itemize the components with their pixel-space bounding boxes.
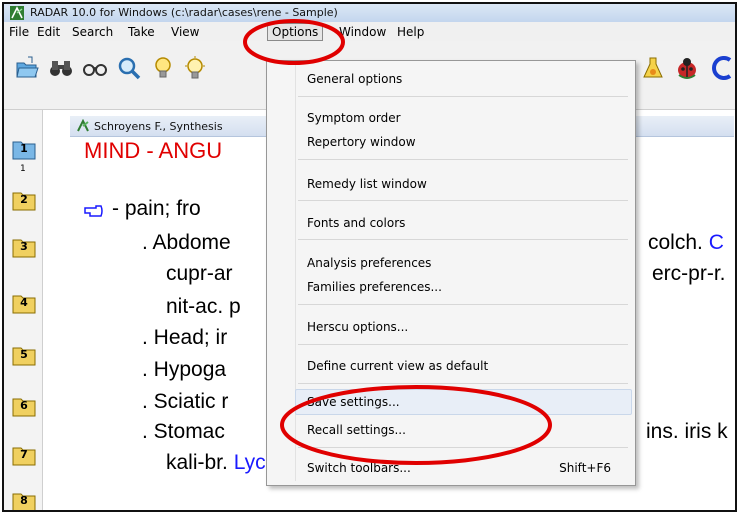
history-folder-5[interactable]: 5 [12, 344, 36, 366]
menu-item-analysis-preferences[interactable]: Analysis preferences [307, 256, 431, 270]
menu-item-switch-toolbars[interactable]: Switch toolbars... [307, 461, 411, 475]
history-folder-7[interactable]: 7 [12, 444, 36, 466]
folder-number: 1 [20, 142, 28, 155]
app-logo-icon [77, 119, 89, 132]
menu-separator [298, 447, 628, 448]
options-dropdown-menu: General options Symptom order Repertory … [266, 60, 636, 486]
menu-item-herscu-options[interactable]: Herscu options... [307, 320, 408, 334]
menu-separator [298, 383, 628, 384]
menu-search[interactable]: Search [72, 25, 113, 39]
blue-arc-icon[interactable] [708, 55, 734, 81]
menu-separator [298, 239, 628, 240]
menu-edit[interactable]: Edit [37, 25, 60, 39]
folder-number: 5 [20, 348, 28, 361]
menu-item-symptom-order[interactable]: Symptom order [307, 111, 401, 125]
rubric-line[interactable]: . Head; ir [142, 326, 227, 350]
menu-shortcut-switch-toolbars: Shift+F6 [559, 461, 611, 475]
menu-separator [298, 200, 628, 201]
menu-help[interactable]: Help [397, 25, 424, 39]
rubric-line[interactable]: . Hypoga [142, 358, 226, 382]
folder-number: 2 [20, 193, 28, 206]
menu-item-define-default-view[interactable]: Define current view as default [307, 359, 488, 373]
menu-separator [298, 344, 628, 345]
history-small-number: 1 [20, 164, 26, 174]
menu-item-general-options[interactable]: General options [307, 72, 402, 86]
folder-number: 3 [20, 240, 28, 253]
binoculars-icon[interactable] [48, 55, 74, 81]
app-logo-icon [10, 6, 24, 20]
menu-item-remedy-list-window[interactable]: Remedy list window [307, 177, 427, 191]
folder-number: 6 [20, 399, 28, 412]
folder-number: 7 [20, 448, 28, 461]
history-folder-2[interactable]: 2 [12, 189, 36, 211]
pointing-hand-icon [84, 205, 103, 217]
folder-number: 8 [20, 494, 28, 507]
history-folder-3[interactable]: 3 [12, 236, 36, 258]
menu-item-families-preferences[interactable]: Families preferences... [307, 280, 442, 294]
ladybug-icon[interactable] [674, 55, 700, 81]
title-bar: RADAR 10.0 for Windows (c:\radar\cases\r… [4, 4, 735, 22]
menu-separator [298, 159, 628, 160]
menu-options[interactable]: Options [267, 23, 324, 41]
remedy-fragment[interactable]: erc-pr-r. [652, 262, 726, 286]
history-folder-4[interactable]: 4 [12, 292, 36, 314]
folder-number: 4 [20, 296, 28, 309]
menu-separator [298, 304, 628, 305]
menu-item-repertory-window[interactable]: Repertory window [307, 135, 416, 149]
rubric-heading: MIND - ANGU [84, 138, 223, 163]
flask-icon[interactable] [640, 55, 666, 81]
rubric-line[interactable]: nit-ac. p [166, 295, 241, 319]
menu-separator [298, 96, 628, 97]
history-folder-1[interactable]: 1 [12, 138, 36, 160]
lightbulb-ray-icon[interactable] [182, 55, 208, 81]
repertory-title: Schroyens F., Synthesis [94, 120, 223, 133]
rubric-line[interactable]: . Sciatic r [142, 390, 228, 414]
rubric-line[interactable]: . Abdome [142, 231, 231, 255]
remedy-fragment[interactable]: colch. C [648, 231, 724, 255]
menu-view[interactable]: View [171, 25, 199, 39]
rubric-line[interactable]: cupr-ar [166, 262, 233, 286]
glasses-icon[interactable] [82, 55, 108, 81]
menu-gutter [295, 63, 296, 481]
rubric-line[interactable]: . Stomac [142, 420, 225, 444]
history-folder-6[interactable]: 6 [12, 395, 36, 417]
rubric-line[interactable]: - pain; fro [112, 197, 201, 221]
app-window: RADAR 10.0 for Windows (c:\radar\cases\r… [2, 2, 737, 512]
menu-take[interactable]: Take [128, 25, 155, 39]
menu-bar: File Edit Search Take View Options Windo… [4, 22, 735, 41]
menu-item-fonts-and-colors[interactable]: Fonts and colors [307, 216, 405, 230]
menu-window[interactable]: Window [339, 25, 386, 39]
history-folder-8[interactable]: 8 [12, 490, 36, 510]
lightbulb-icon[interactable] [150, 55, 176, 81]
remedy-fragment[interactable]: ins. iris k [646, 420, 728, 444]
open-folder-icon[interactable] [14, 55, 40, 81]
history-folder-column: 1 1 2 3 4 5 6 7 8 [4, 110, 43, 510]
menu-item-save-settings[interactable]: Save settings... [307, 395, 400, 409]
menu-item-recall-settings[interactable]: Recall settings... [307, 423, 406, 437]
menu-file[interactable]: File [9, 25, 29, 39]
window-title: RADAR 10.0 for Windows (c:\radar\cases\r… [30, 6, 338, 19]
magnifier-icon[interactable] [116, 55, 142, 81]
